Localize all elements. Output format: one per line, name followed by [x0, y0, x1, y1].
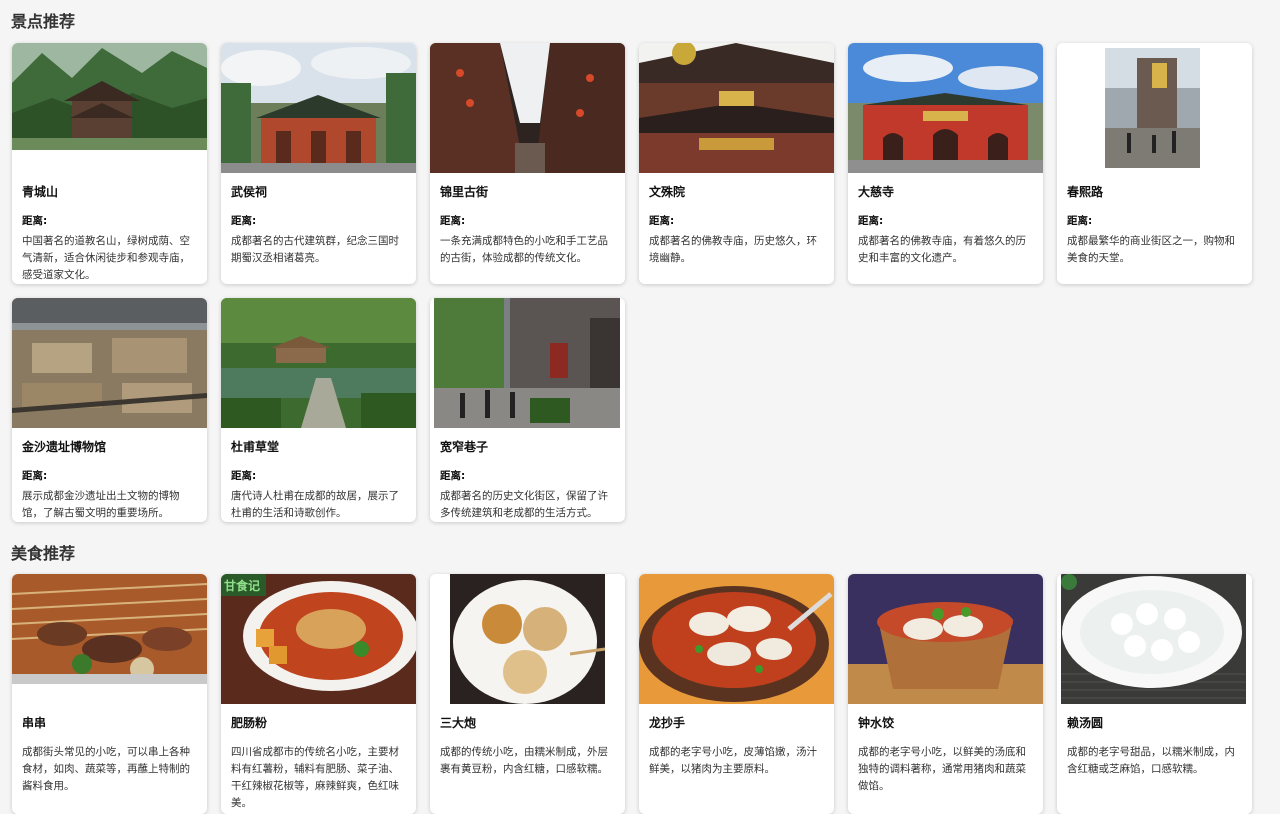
- attraction-name: 大慈寺: [858, 185, 895, 199]
- attraction-description: 成都著名的古代建筑群，纪念三国时期蜀汉丞相诸葛亮。: [231, 235, 399, 264]
- food-description: 成都的传统小吃，由糯米制成，外层裹有黄豆粉，内含红糖，口感软糯。: [440, 746, 608, 775]
- food-card-sandapao[interactable]: 三大炮 成都的传统小吃，由糯米制成，外层裹有黄豆粉，内含红糖，口感软糯。: [430, 574, 625, 814]
- food-description: 成都街头常见的小吃，可以串上各种食材，如肉、蔬菜等，再蘸上特制的酱料食用。: [22, 746, 190, 792]
- attraction-card-wenshuyuan[interactable]: 文殊院 距离: 成都著名的佛教寺庙，历史悠久，环境幽静。: [639, 43, 834, 284]
- attraction-description: 唐代诗人杜甫在成都的故居，展示了杜甫的生活和诗歌创作。: [231, 490, 399, 519]
- ancient-street-photo: [430, 43, 625, 173]
- attraction-name: 杜甫草堂: [231, 440, 280, 454]
- rice-balls-photo: [430, 574, 625, 704]
- food-card-longchaoshou[interactable]: 龙抄手 成都的老字号小吃，皮薄馅嫩，汤汁鲜美，以猪肉为主要原料。: [639, 574, 834, 814]
- attraction-name: 锦里古街: [440, 185, 489, 199]
- attraction-name: 文殊院: [649, 185, 686, 199]
- attraction-card-wuhouci[interactable]: 武侯祠 距离: 成都著名的古代建筑群，纪念三国时期蜀汉丞相诸葛亮。: [221, 43, 416, 284]
- skewers-photo: [12, 574, 207, 704]
- attraction-card-jinli[interactable]: 锦里古街 距离: 一条充满成都特色的小吃和手工艺品的古街，体验成都的传统文化。: [430, 43, 625, 284]
- food-name: 钟水饺: [858, 716, 895, 730]
- shopping-street-photo: [1057, 43, 1252, 173]
- wonton-photo: [639, 574, 834, 704]
- noodle-bowl-photo: 甘食记: [221, 574, 416, 704]
- food-description: 成都的老字号小吃，以鲜美的汤底和独特的调料著称，通常用猪肉和蔬菜做馅。: [858, 746, 1026, 792]
- attraction-name: 宽窄巷子: [440, 440, 489, 454]
- attraction-name: 武侯祠: [231, 185, 268, 199]
- distance-label: 距离:: [22, 215, 48, 227]
- temple-red-wall-photo: [848, 43, 1043, 173]
- museum-excavation-photo: [12, 298, 207, 428]
- distance-label: 距离:: [1067, 215, 1093, 227]
- attraction-name: 青城山: [22, 185, 59, 199]
- food-description: 成都的老字号甜品，以糯米制成，内含红糖或芝麻馅，口感软糯。: [1067, 746, 1235, 775]
- food-section-title: 美食推荐: [11, 544, 76, 563]
- attraction-card-chunxilu[interactable]: 春熙路 距离: 成都最繁华的商业街区之一，购物和美食的天堂。: [1057, 43, 1252, 284]
- attraction-description: 成都著名的佛教寺庙，历史悠久，环境幽静。: [649, 235, 817, 264]
- attraction-description: 成都最繁华的商业街区之一，购物和美食的天堂。: [1067, 235, 1235, 264]
- tangyuan-photo: [1057, 574, 1252, 704]
- food-name: 龙抄手: [649, 716, 686, 730]
- food-name: 肥肠粉: [231, 716, 268, 730]
- attraction-card-qingchengshan[interactable]: 青城山 距离: 中国著名的道教名山，绿树成荫、空气清新，适合休闲徒步和参观寺庙，…: [12, 43, 207, 284]
- attraction-description: 一条充满成都特色的小吃和手工艺品的古街，体验成都的传统文化。: [440, 235, 608, 264]
- attraction-name: 春熙路: [1067, 185, 1104, 199]
- distance-label: 距离:: [440, 215, 466, 227]
- distance-label: 距离:: [440, 470, 466, 482]
- attraction-description: 成都著名的佛教寺庙，有着悠久的历史和丰富的文化遗产。: [858, 235, 1026, 264]
- shrine-gate-photo: [221, 43, 416, 173]
- distance-label: 距离:: [649, 215, 675, 227]
- attraction-card-daci-temple[interactable]: 大慈寺 距离: 成都著名的佛教寺庙，有着悠久的历史和丰富的文化遗产。: [848, 43, 1043, 284]
- attraction-card-kuanzhai-alley[interactable]: 宽窄巷子 距离: 成都著名的历史文化街区，保留了许多传统建筑和老成都的生活方式。: [430, 298, 625, 522]
- food-name: 三大炮: [440, 716, 477, 730]
- attraction-name: 金沙遗址博物馆: [22, 440, 107, 454]
- food-name: 串串: [22, 716, 47, 730]
- restaurant-logo-text: 甘食记: [224, 579, 261, 593]
- attraction-description: 中国著名的道教名山，绿树成荫、空气清新，适合休闲徒步和参观寺庙，感受道家文化。: [22, 235, 190, 281]
- thatched-cottage-photo: [221, 298, 416, 428]
- distance-label: 距离:: [858, 215, 884, 227]
- mountain-temple-photo: [12, 43, 207, 173]
- distance-label: 距离:: [22, 470, 48, 482]
- food-name: 赖汤圆: [1067, 716, 1104, 730]
- monastery-photo: [639, 43, 834, 173]
- food-card-feichangfen[interactable]: 甘食记 肥肠粉 四川省成都市的传统名小吃，主要材料有红薯粉，辅料有肥肠、菜子油、…: [221, 574, 416, 814]
- alley-photo: [430, 298, 625, 428]
- distance-label: 距离:: [231, 470, 257, 482]
- dumplings-photo: [848, 574, 1043, 704]
- food-description: 成都的老字号小吃，皮薄馅嫩，汤汁鲜美，以猪肉为主要原料。: [649, 746, 817, 775]
- attractions-section-title: 景点推荐: [11, 12, 76, 31]
- attraction-card-dufu-cottage[interactable]: 杜甫草堂 距离: 唐代诗人杜甫在成都的故居，展示了杜甫的生活和诗歌创作。: [221, 298, 416, 522]
- attraction-description: 成都著名的历史文化街区，保留了许多传统建筑和老成都的生活方式。: [440, 490, 608, 519]
- food-card-chuanchuan[interactable]: 串串 成都街头常见的小吃，可以串上各种食材，如肉、蔬菜等，再蘸上特制的酱料食用。: [12, 574, 207, 814]
- food-description: 四川省成都市的传统名小吃，主要材料有红薯粉，辅料有肥肠、菜子油、干红辣椒花椒等，…: [231, 746, 399, 809]
- attraction-card-jinsha-museum[interactable]: 金沙遗址博物馆 距离: 展示成都金沙遗址出土文物的博物馆，了解古蜀文明的重要场所…: [12, 298, 207, 522]
- food-card-zhongshuijiao[interactable]: 钟水饺 成都的老字号小吃，以鲜美的汤底和独特的调料著称，通常用猪肉和蔬菜做馅。: [848, 574, 1043, 814]
- attraction-description: 展示成都金沙遗址出土文物的博物馆，了解古蜀文明的重要场所。: [22, 490, 180, 519]
- distance-label: 距离:: [231, 215, 257, 227]
- food-card-laitangyuan[interactable]: 赖汤圆 成都的老字号甜品，以糯米制成，内含红糖或芝麻馅，口感软糯。: [1057, 574, 1252, 814]
